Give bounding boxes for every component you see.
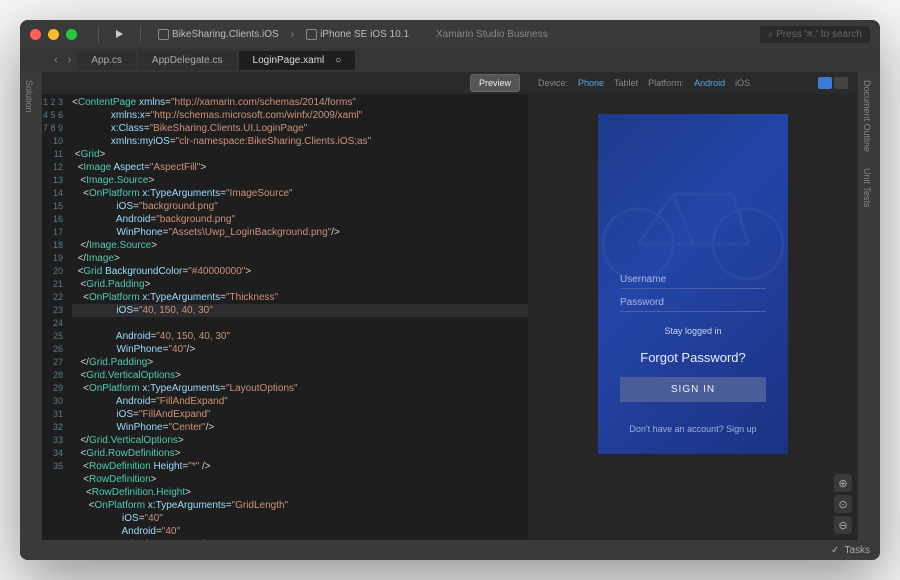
line-gutter: 1 2 3 4 5 6 7 8 9 10 11 12 13 14 15 16 1… [42, 94, 68, 540]
target-selector[interactable]: iPhone SE iOS 10.1 [300, 27, 415, 42]
checkmark-icon: ✓ [831, 545, 839, 556]
run-button[interactable] [110, 28, 129, 40]
tab-bar: ‹ › App.csAppDelegate.csLoginPage.xaml○ [20, 48, 880, 72]
titlebar: BikeSharing.Clients.iOS › iPhone SE iOS … [20, 20, 880, 48]
device-icon [306, 29, 317, 40]
main-area: Solution Preview 1 2 3 4 5 6 7 8 9 10 11… [20, 72, 880, 540]
separator [98, 26, 99, 42]
editor-toolbar: Preview [42, 72, 528, 94]
device-label: Device: [538, 78, 568, 88]
code-editor[interactable]: Preview 1 2 3 4 5 6 7 8 9 10 11 12 13 14… [42, 72, 528, 540]
device-phone-option[interactable]: Phone [578, 78, 604, 88]
platform-ios-option[interactable]: iOS [735, 78, 750, 88]
preview-button[interactable]: Preview [470, 74, 520, 92]
login-form: Username Password Stay logged in Forgot … [598, 256, 788, 454]
orientation-toggle[interactable] [818, 77, 848, 89]
right-rail[interactable]: Document Outline Unit Tests [858, 72, 880, 540]
zoom-controls: ⊕ ⊙ ⊖ [834, 474, 852, 534]
status-bar: ✓ Tasks [20, 540, 880, 560]
solution-pad-label[interactable]: Solution [20, 72, 38, 121]
close-icon[interactable]: ○ [335, 55, 341, 66]
device-canvas: Username Password Stay logged in Forgot … [528, 94, 858, 540]
tasks-button[interactable]: Tasks [844, 545, 870, 556]
zoom-fit-icon[interactable]: ⊙ [834, 495, 852, 513]
signup-link[interactable]: Don't have an account? Sign up [620, 424, 766, 434]
window-controls [30, 29, 77, 40]
separator [140, 26, 141, 42]
platform-label: Platform: [648, 78, 684, 88]
landscape-icon[interactable] [834, 77, 848, 89]
doc-outline-pad-label[interactable]: Document Outline [858, 72, 876, 160]
ide-title: Xamarin Studio Business [436, 29, 548, 40]
close-icon[interactable] [30, 29, 41, 40]
zoom-in-icon[interactable]: ⊕ [834, 474, 852, 492]
zoom-out-icon[interactable]: ⊖ [834, 516, 852, 534]
file-tab[interactable]: AppDelegate.cs [138, 51, 237, 70]
project-selector[interactable]: BikeSharing.Clients.iOS [152, 27, 285, 42]
zoom-icon[interactable] [66, 29, 77, 40]
forgot-password-link[interactable]: Forgot Password? [620, 350, 766, 365]
phone-mockup: Username Password Stay logged in Forgot … [598, 114, 788, 454]
password-field[interactable]: Password [620, 297, 766, 312]
minimize-icon[interactable] [48, 29, 59, 40]
preview-toolbar: Device: Phone Tablet Platform: Android i… [528, 72, 858, 94]
signin-button[interactable]: SIGN IN [620, 377, 766, 402]
stay-logged-checkbox[interactable]: Stay logged in [620, 326, 766, 336]
platform-android-option[interactable]: Android [694, 78, 725, 88]
file-tab[interactable]: App.cs [77, 51, 136, 70]
unit-tests-pad-label[interactable]: Unit Tests [858, 160, 876, 215]
portrait-icon[interactable] [818, 77, 832, 89]
xaml-preview-pane: Device: Phone Tablet Platform: Android i… [528, 72, 858, 540]
device-tablet-option[interactable]: Tablet [614, 78, 638, 88]
file-tab[interactable]: LoginPage.xaml○ [239, 51, 356, 70]
project-icon [158, 29, 169, 40]
play-icon [116, 30, 123, 38]
search-input[interactable]: ⌕ Press '⌘.' to search [760, 26, 870, 43]
username-field[interactable]: Username [620, 274, 766, 289]
ide-window: BikeSharing.Clients.iOS › iPhone SE iOS … [20, 20, 880, 560]
left-rail[interactable]: Solution [20, 72, 42, 540]
nav-back-icon[interactable]: ‹ [50, 54, 62, 66]
code-content[interactable]: <ContentPage xmlns="http://xamarin.com/s… [68, 94, 528, 540]
nav-forward-icon[interactable]: › [64, 54, 76, 66]
